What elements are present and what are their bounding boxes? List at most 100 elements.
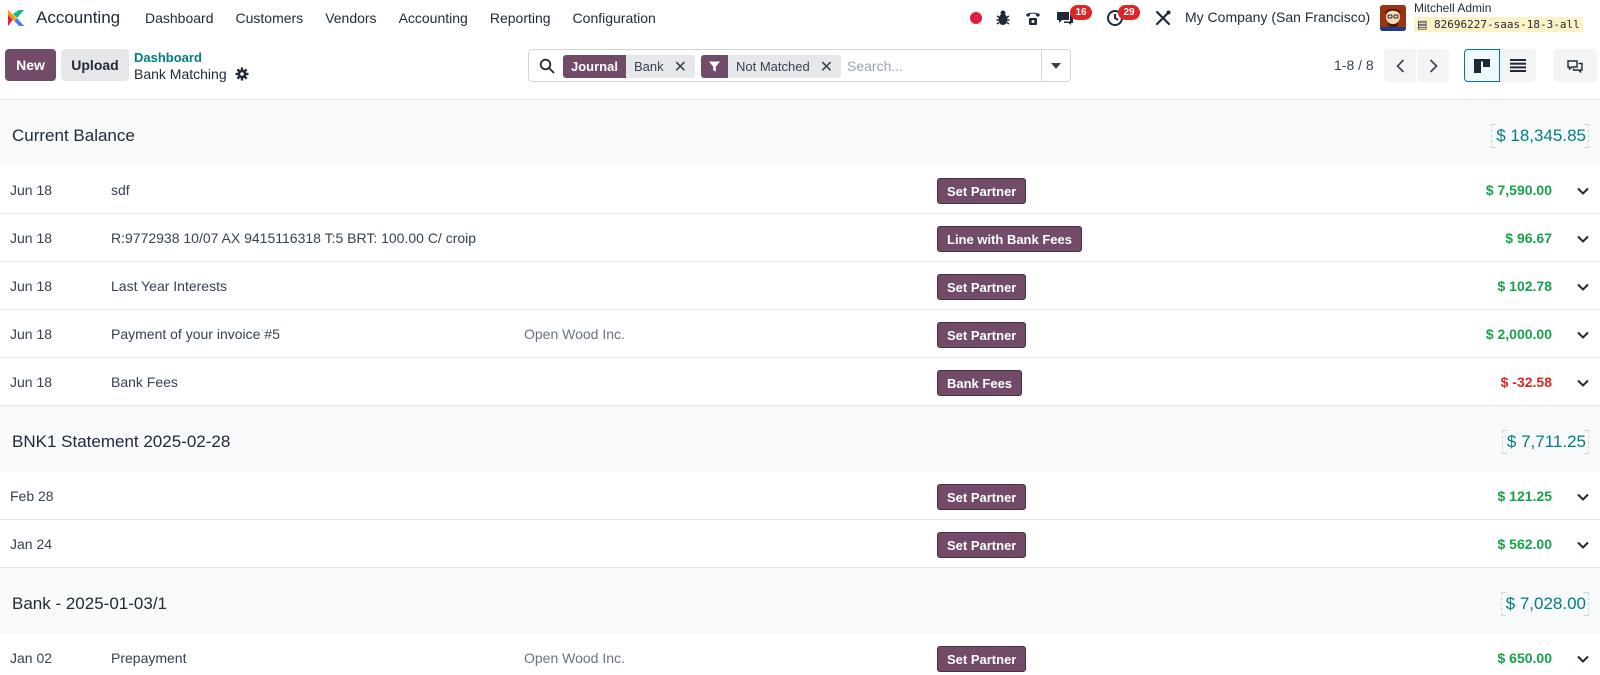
journal-facet: Journal Bank ✕ — [563, 55, 696, 78]
transaction-date: Jun 18 — [10, 278, 53, 294]
menu-item-customers[interactable]: Customers — [225, 0, 315, 36]
transaction-row[interactable]: Feb 28 Set Partner $ 121.25 — [0, 472, 1600, 520]
activities-count-badge: 29 — [1118, 5, 1140, 20]
chevron-down-icon[interactable] — [1576, 490, 1590, 504]
facet-remove-icon[interactable]: ✕ — [817, 55, 842, 78]
menu-item-vendors[interactable]: Vendors — [314, 0, 387, 36]
transaction-date: Jun 18 — [10, 326, 53, 342]
facet-value: Not Matched — [728, 55, 818, 78]
user-avatar[interactable] — [1380, 5, 1406, 31]
list-icon — [1510, 59, 1526, 72]
breadcrumb-dashboard-link[interactable]: Dashboard — [134, 50, 202, 65]
transaction-row[interactable]: Jan 24 Set Partner $ 562.00 — [0, 520, 1600, 568]
suggested-action-button[interactable]: Line with Bank Fees — [937, 226, 1082, 252]
recording-indicator-icon[interactable] — [970, 12, 982, 24]
search-input[interactable] — [847, 57, 1027, 75]
accounting-app-icon[interactable] — [5, 7, 27, 29]
transaction-row[interactable]: Jun 18 R:9772938 10/07 AX 9415116318 T:5… — [0, 214, 1600, 262]
transaction-date: Jun 18 — [10, 374, 53, 390]
transaction-partner: Open Wood Inc. — [524, 650, 625, 666]
suggested-action-button[interactable]: Set Partner — [937, 532, 1027, 558]
group-header[interactable]: Current Balance $ 18,345.85 — [0, 100, 1600, 166]
group-title: Bank - 2025-01-03/1 — [12, 594, 167, 613]
upload-button[interactable]: Upload — [61, 49, 129, 81]
new-button[interactable]: New — [5, 49, 56, 81]
transaction-label: R:9772938 10/07 AX 9415116318 T:5 BRT: 1… — [111, 230, 477, 246]
group-title: BNK1 Statement 2025-02-28 — [12, 432, 231, 451]
group-balance: $ 7,028.00 — [1500, 592, 1590, 616]
bank-matching-list: Current Balance $ 18,345.85 Jun 18 sdf S… — [0, 100, 1600, 675]
suggested-action-button[interactable]: Set Partner — [937, 646, 1027, 672]
database-icon: ▤ — [1417, 18, 1428, 31]
facet-remove-icon[interactable]: ✕ — [671, 55, 696, 78]
chevron-down-icon[interactable] — [1576, 376, 1590, 390]
menu-item-accounting[interactable]: Accounting — [388, 0, 479, 36]
transaction-amount: $ 2,000.00 — [1485, 326, 1552, 342]
group-header[interactable]: Bank - 2025-01-03/1 $ 7,028.00 — [0, 568, 1600, 634]
suggested-action-button[interactable]: Set Partner — [937, 178, 1027, 204]
filter-icon — [701, 55, 728, 78]
tools-icon[interactable] — [1153, 8, 1173, 28]
app-name[interactable]: Accounting — [36, 8, 120, 28]
suggested-action-button[interactable]: Set Partner — [937, 322, 1027, 348]
bug-icon[interactable] — [993, 8, 1013, 28]
gear-icon[interactable] — [235, 67, 249, 81]
chevron-down-icon[interactable] — [1576, 280, 1590, 294]
group-balance: $ 18,345.85 — [1491, 124, 1589, 148]
chevron-down-icon[interactable] — [1576, 652, 1590, 666]
database-name-text: 82696227-saas-18-3-all — [1434, 18, 1580, 31]
not-matched-filter-facet: Not Matched ✕ — [701, 55, 842, 78]
suggested-action-button[interactable]: Set Partner — [937, 484, 1027, 510]
list-view-button[interactable] — [1500, 49, 1536, 82]
transaction-amount: $ 650.00 — [1497, 650, 1553, 666]
search-icon[interactable] — [539, 58, 555, 74]
chevron-right-icon — [1429, 58, 1438, 73]
transaction-amount: $ 121.25 — [1497, 488, 1553, 504]
caret-down-icon — [1051, 62, 1061, 69]
transaction-label: Bank Fees — [111, 374, 178, 390]
group-balance: $ 7,711.25 — [1501, 430, 1590, 454]
user-name[interactable]: Mitchell Admin — [1414, 1, 1491, 15]
chevron-down-icon[interactable] — [1576, 328, 1590, 342]
chatter-toggle-button[interactable] — [1553, 49, 1597, 82]
transaction-amount: $ 102.78 — [1497, 278, 1553, 294]
search-options-toggle[interactable] — [1041, 50, 1070, 81]
pager-previous-button[interactable] — [1384, 49, 1416, 82]
group-title: Current Balance — [12, 126, 135, 145]
facet-value: Bank — [625, 55, 672, 78]
chevron-down-icon[interactable] — [1576, 184, 1590, 198]
menu-item-dashboard[interactable]: Dashboard — [134, 0, 225, 36]
database-name: ▤ 82696227-saas-18-3-all — [1414, 17, 1583, 32]
company-switcher[interactable]: My Company (San Francisco) — [1185, 9, 1370, 25]
transaction-row[interactable]: Jun 18 sdf Set Partner $ 7,590.00 — [0, 166, 1600, 214]
transaction-row[interactable]: Jun 18 Last Year Interests Set Partner $… — [0, 262, 1600, 310]
chevron-left-icon — [1395, 58, 1404, 73]
suggested-action-button[interactable]: Bank Fees — [937, 370, 1023, 396]
transaction-row[interactable]: Jun 18 Payment of your invoice #5 Open W… — [0, 310, 1600, 358]
group-header[interactable]: BNK1 Statement 2025-02-28 $ 7,711.25 — [0, 406, 1600, 472]
transaction-date: Jun 18 — [10, 230, 53, 246]
transaction-amount: $ 96.67 — [1505, 230, 1552, 246]
menu-item-configuration[interactable]: Configuration — [562, 0, 667, 36]
pager-value[interactable]: 1-8 / 8 — [1334, 57, 1374, 73]
kanban-view-button[interactable] — [1464, 49, 1500, 82]
chevron-down-icon[interactable] — [1576, 538, 1590, 552]
facet-label: Journal — [563, 55, 626, 78]
search-bar: Journal Bank ✕ Not Matched ✕ — [528, 49, 1071, 82]
suggested-action-button[interactable]: Set Partner — [937, 274, 1027, 300]
transaction-row[interactable]: Jun 18 Bank Fees Bank Fees $ -32.58 — [0, 358, 1600, 406]
chevron-down-icon[interactable] — [1576, 232, 1590, 246]
main-menu: Dashboard Customers Vendors Accounting R… — [134, 0, 667, 36]
transaction-date: Jan 02 — [10, 650, 53, 666]
pager-next-button[interactable] — [1417, 49, 1449, 82]
transaction-row[interactable]: Jan 02 Prepayment Open Wood Inc. Set Par… — [0, 634, 1600, 675]
transaction-label: Prepayment — [111, 650, 187, 666]
transaction-label: Last Year Interests — [111, 278, 227, 294]
transaction-label: sdf — [111, 182, 130, 198]
transaction-date: Jun 18 — [10, 182, 53, 198]
menu-item-reporting[interactable]: Reporting — [479, 0, 562, 36]
messages-count-badge: 16 — [1070, 5, 1092, 20]
transaction-date: Jan 24 — [10, 536, 53, 552]
breadcrumb-current: Bank Matching — [134, 66, 227, 82]
phone-icon[interactable] — [1023, 8, 1043, 28]
